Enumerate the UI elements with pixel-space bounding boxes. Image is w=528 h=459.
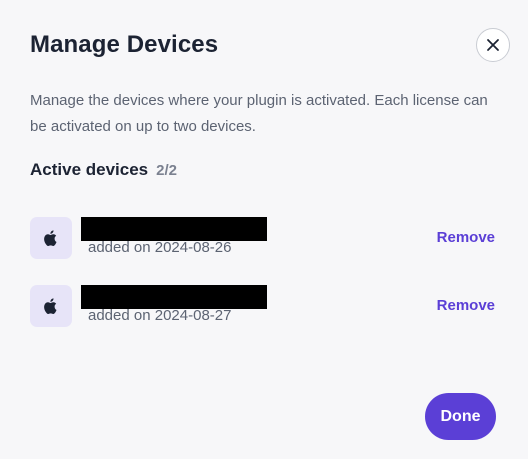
close-icon: [487, 39, 499, 51]
redacted-device-name: [81, 285, 267, 309]
manage-devices-dialog: Manage Devices Manage the devices where …: [0, 0, 528, 459]
close-button[interactable]: [476, 28, 510, 62]
dialog-description: Manage the devices where your plugin is …: [30, 92, 488, 135]
active-devices-header: Active devices 2/2: [30, 160, 177, 180]
device-count: 2/2: [156, 162, 177, 179]
device-item: added on 2024-08-27 Remove: [30, 285, 500, 329]
redacted-device-name: [81, 217, 267, 241]
done-button[interactable]: Done: [425, 393, 496, 440]
device-added-date: added on 2024-08-27: [88, 307, 232, 324]
apple-icon: [44, 230, 57, 246]
device-icon-tile: [30, 285, 72, 327]
section-title: Active devices: [30, 160, 149, 179]
device-added-date: added on 2024-08-26: [88, 239, 232, 256]
device-icon-tile: [30, 217, 72, 259]
remove-device-button[interactable]: Remove: [437, 229, 495, 246]
remove-device-button[interactable]: Remove: [437, 297, 495, 314]
dialog-title: Manage Devices: [30, 31, 219, 58]
device-item: added on 2024-08-26 Remove: [30, 217, 500, 261]
apple-icon: [44, 298, 57, 314]
